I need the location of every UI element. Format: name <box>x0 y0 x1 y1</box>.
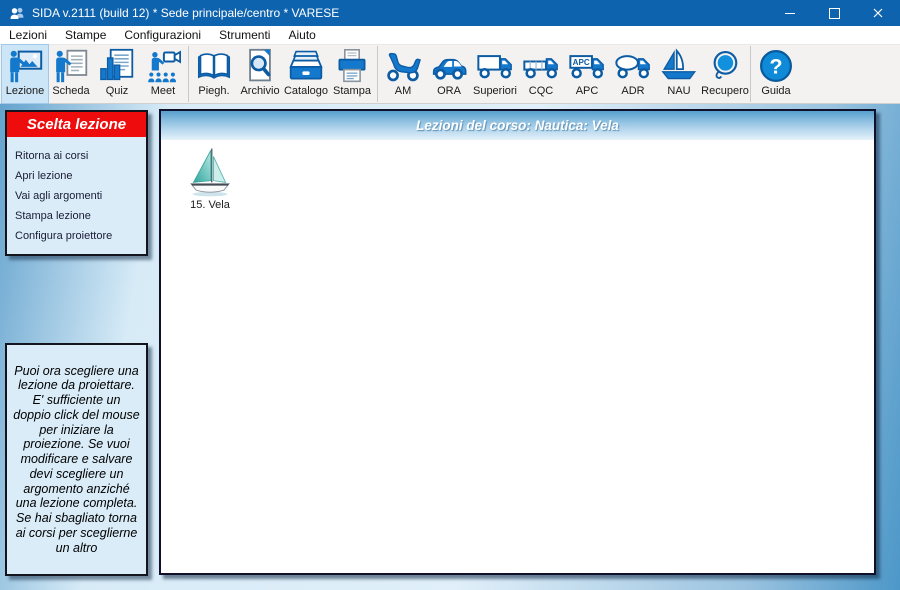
sidebar-item-apri-lezione[interactable]: Apri lezione <box>7 166 146 186</box>
toolbar-button-stampa[interactable]: Stampa <box>329 45 375 103</box>
toolbar: Lezione Scheda Quiz <box>0 45 900 104</box>
toolbar-label: Lezione <box>6 85 45 98</box>
toolbar-button-piegh[interactable]: Piegh. <box>191 45 237 103</box>
toolbar-label: Piegh. <box>198 85 229 98</box>
lesson-choice-panel: Scelta lezione Ritorna ai corsi Apri lez… <box>5 110 148 256</box>
window-title: SIDA v.2111 (build 12) * Sede principale… <box>32 6 768 20</box>
toolbar-button-quiz[interactable]: Quiz <box>94 45 140 103</box>
sailboat-teal-icon <box>187 146 233 198</box>
panel-title: Scelta lezione <box>7 112 146 137</box>
toolbar-label: ADR <box>621 85 644 98</box>
presenter-picture-icon <box>7 47 43 85</box>
toolbar-button-catalogo[interactable]: Catalogo <box>283 45 329 103</box>
lesson-item-label: 15. Vela <box>190 199 230 211</box>
toolbar-label: Superiori <box>473 85 517 98</box>
toolbar-button-superiori[interactable]: Superiori <box>472 45 518 103</box>
app-users-icon <box>9 6 25 20</box>
window-controls <box>768 0 900 26</box>
menubar: Lezioni Stampe Configurazioni Strumenti … <box>0 26 900 45</box>
toolbar-button-cqc[interactable]: CQC <box>518 45 564 103</box>
apc-truck-icon: APC <box>569 47 605 85</box>
toolbar-divider <box>750 46 751 102</box>
toolbar-button-meet[interactable]: Meet <box>140 45 186 103</box>
toolbar-divider <box>188 46 189 102</box>
lesson-list-area: 15. Vela <box>161 140 874 573</box>
toolbar-button-lezione[interactable]: Lezione <box>2 45 48 103</box>
car-icon <box>431 47 467 85</box>
video-meeting-icon <box>145 47 181 85</box>
menu-lezioni[interactable]: Lezioni <box>0 27 56 43</box>
toolbar-label: NAU <box>667 85 690 98</box>
apc-badge: APC <box>573 58 590 67</box>
question-mark-icon: ? <box>758 47 794 85</box>
close-icon <box>873 8 883 18</box>
toolbar-label: Archivio <box>240 85 279 98</box>
sailboat-icon <box>661 47 697 85</box>
box-truck-icon <box>477 47 513 85</box>
close-button[interactable] <box>856 0 900 26</box>
toolbar-button-recupero[interactable]: Recupero <box>702 45 748 103</box>
maximize-button[interactable] <box>812 0 856 26</box>
scooter-icon <box>385 47 421 85</box>
toolbar-button-am[interactable]: AM <box>380 45 426 103</box>
course-lessons-header: Lezioni del corso: Nautica: Vela <box>161 111 874 140</box>
document-search-icon <box>242 47 278 85</box>
workspace: Scelta lezione Ritorna ai corsi Apri lez… <box>0 104 900 590</box>
toolbar-button-apc[interactable]: APC APC <box>564 45 610 103</box>
info-text: Puoi ora scegliere una lezione da proiet… <box>13 364 140 556</box>
presenter-document-icon <box>53 47 89 85</box>
printer-icon <box>334 47 370 85</box>
flatbed-truck-icon <box>523 47 559 85</box>
toolbar-label: Meet <box>151 85 175 98</box>
sidebar-item-stampa-lezione[interactable]: Stampa lezione <box>7 206 146 226</box>
toolbar-label: AM <box>395 85 412 98</box>
toolbar-label: Catalogo <box>284 85 328 98</box>
toolbar-button-adr[interactable]: ADR <box>610 45 656 103</box>
menu-configurazioni[interactable]: Configurazioni <box>115 27 210 43</box>
minimize-button[interactable] <box>768 0 812 26</box>
menu-strumenti[interactable]: Strumenti <box>210 27 279 43</box>
sidebar-item-configura-proiettore[interactable]: Configura proiettore <box>7 226 146 246</box>
toolbar-label: Scheda <box>52 85 89 98</box>
info-panel: Puoi ora scegliere una lezione da proiet… <box>5 343 148 576</box>
toolbar-label: Guida <box>761 85 790 98</box>
lesson-item-vela[interactable]: 15. Vela <box>177 146 243 211</box>
toolbar-label: Recupero <box>701 85 749 98</box>
toolbar-label: Stampa <box>333 85 371 98</box>
toolbar-button-guida[interactable]: ? Guida <box>753 45 799 103</box>
titlebar: SIDA v.2111 (build 12) * Sede principale… <box>0 0 900 26</box>
sidebar-item-vai-agli-argomenti[interactable]: Vai agli argomenti <box>7 186 146 206</box>
toolbar-button-archivio[interactable]: Archivio <box>237 45 283 103</box>
question-badge: ? <box>769 54 782 79</box>
toolbar-button-scheda[interactable]: Scheda <box>48 45 94 103</box>
tanker-truck-icon <box>615 47 651 85</box>
menu-stampe[interactable]: Stampe <box>56 27 115 43</box>
toolbar-label: APC <box>576 85 599 98</box>
menu-aiuto[interactable]: Aiuto <box>279 27 324 43</box>
toolbar-divider <box>377 46 378 102</box>
toolbar-button-nau[interactable]: NAU <box>656 45 702 103</box>
toolbar-label: ORA <box>437 85 461 98</box>
archive-drawer-icon <box>288 47 324 85</box>
main-content-panel: Lezioni del corso: Nautica: Vela <box>159 109 876 575</box>
recovery-balloon-icon <box>707 47 743 85</box>
open-book-icon <box>196 47 232 85</box>
toolbar-label: CQC <box>529 85 553 98</box>
toolbar-label: Quiz <box>106 85 129 98</box>
toolbar-button-ora[interactable]: ORA <box>426 45 472 103</box>
sidebar-menu: Ritorna ai corsi Apri lezione Vai agli a… <box>7 137 146 246</box>
app-window: { "window": { "title": "SIDA v.2111 (bui… <box>0 0 900 590</box>
sidebar-item-ritorna-ai-corsi[interactable]: Ritorna ai corsi <box>7 146 146 166</box>
bar-chart-document-icon <box>99 47 135 85</box>
